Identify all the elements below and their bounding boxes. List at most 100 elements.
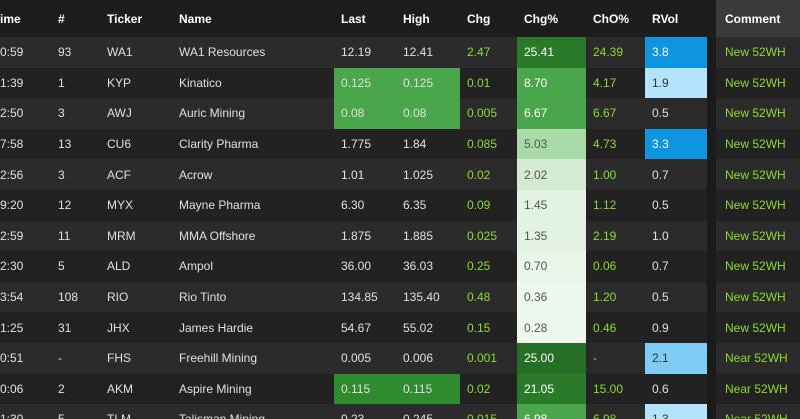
- row-time: 3:54: [0, 290, 24, 305]
- table-row[interactable]: 7:58 13 CU6 Clarity Pharma 1.775 1.84 0.085 5.0…: [0, 128, 800, 160]
- header-time[interactable]: ime: [0, 0, 40, 37]
- row-last: 6.30: [341, 198, 365, 213]
- row-rvol: 1.9: [645, 67, 707, 99]
- row-num: 3: [58, 106, 65, 121]
- row-ticker: FHS: [107, 351, 131, 366]
- row-num: 93: [58, 45, 72, 60]
- row-ticker: RIO: [107, 290, 129, 305]
- header-chg[interactable]: Chg: [460, 0, 517, 37]
- row-chg-percent: 1.35: [517, 220, 586, 252]
- row-num: 31: [58, 320, 72, 335]
- row-last: 1.01: [341, 167, 365, 182]
- row-cho-percent: 0.06: [593, 259, 617, 274]
- row-name: Ampol: [179, 259, 214, 274]
- row-ticker: MYX: [107, 198, 134, 213]
- row-cho-percent: 0.46: [593, 320, 617, 335]
- row-time: 2:56: [0, 167, 24, 182]
- row-rvol: 0.5: [652, 290, 669, 305]
- table-row[interactable]: 1:305TLMTalisman Mining0.230.2450.0156.9…: [0, 404, 800, 419]
- row-rvol: 0.6: [652, 381, 669, 396]
- row-chg: 0.005: [467, 106, 498, 121]
- header-comment[interactable]: Comment: [716, 0, 800, 37]
- row-ticker: JHX: [107, 320, 130, 335]
- header-name[interactable]: Name: [172, 0, 334, 37]
- row-chg: 0.15: [467, 320, 491, 335]
- table-row[interactable]: 3:54 108 RIO Rio Tinto 134.85 135.40 0.48 0.36 1…: [0, 281, 800, 313]
- row-comment: New 52WH: [725, 106, 786, 121]
- table-row[interactable]: 9:20 12 MYX Mayne Pharma 6.30 6.35 0.09 1.45 1.1…: [0, 190, 800, 221]
- header-last[interactable]: Last: [334, 0, 396, 37]
- row-chg: 0.085: [467, 137, 498, 152]
- row-ticker: ALD: [107, 259, 131, 274]
- row-name: Rio Tinto: [179, 290, 227, 305]
- row-name: Talisman Mining: [172, 404, 334, 419]
- row-cho-percent: 4.73: [593, 137, 617, 152]
- table-row[interactable]: 0:06 2 AKM Aspire Mining 0.115 0.115 0.02 21.05…: [0, 373, 800, 405]
- row-last: 0.005: [341, 351, 372, 366]
- row-cho-percent: 15.00: [593, 381, 624, 396]
- row-cho-percent: 6.98: [586, 404, 645, 419]
- row-time: 2:59: [0, 228, 24, 243]
- row-time: 1:25: [0, 320, 24, 335]
- row-num: 5: [40, 404, 100, 419]
- row-num: 108: [58, 290, 79, 305]
- row-chg-percent: 5.03: [517, 128, 586, 160]
- row-cho-percent: 1.00: [593, 167, 617, 182]
- row-high: 0.006: [403, 351, 434, 366]
- row-high: 135.40: [403, 290, 440, 305]
- row-last: 54.67: [341, 320, 372, 335]
- row-ticker: MRM: [107, 228, 136, 243]
- row-name: Freehill Mining: [179, 351, 258, 366]
- header-num[interactable]: #: [40, 0, 100, 37]
- table-row[interactable]: 0:51 - FHS Freehill Mining 0.005 0.006 0.001 25…: [0, 343, 800, 374]
- row-name: James Hardie: [179, 320, 254, 335]
- row-last: 1.875: [341, 228, 372, 243]
- table-row[interactable]: 1:39 1 KYP Kinatico 0.125 0.125 0.01 8.70 4.17 1.…: [0, 67, 800, 99]
- table-row[interactable]: 2:56 3 ACF Acrow 1.01 1.025 0.02 2.02 1.00 0.7 New…: [0, 159, 800, 190]
- row-ticker: KYP: [107, 75, 132, 90]
- row-rvol: 3.3: [645, 128, 707, 160]
- row-name: Auric Mining: [179, 106, 246, 121]
- column-divider: [707, 98, 716, 129]
- row-num: 13: [58, 137, 72, 152]
- row-high: 55.02: [403, 320, 434, 335]
- row-ticker: CU6: [107, 137, 132, 152]
- row-time: 0:51: [0, 351, 24, 366]
- table-row[interactable]: 2:50 3 AWJ Auric Mining 0.08 0.08 0.005 6.67 6.6…: [0, 98, 800, 129]
- header-high[interactable]: High: [396, 0, 460, 37]
- row-cho-percent: 6.67: [593, 106, 617, 121]
- row-rvol: 2.1: [645, 343, 707, 374]
- row-time: 1:39: [0, 75, 24, 90]
- row-high: 36.03: [403, 259, 434, 274]
- table-row[interactable]: 2:30 5 ALD Ampol 36.00 36.03 0.25 0.70 0.06 0.7 Ne…: [0, 251, 800, 282]
- row-rvol: 1.3: [645, 404, 707, 419]
- row-ticker: AWJ: [107, 106, 132, 121]
- row-ticker: AKM: [107, 381, 134, 396]
- row-chg: 0.09: [467, 198, 491, 213]
- row-comment: Near 52WH: [725, 381, 788, 396]
- row-cho-percent: 24.39: [593, 45, 624, 60]
- row-name: Kinatico: [179, 75, 222, 90]
- column-divider: [707, 281, 716, 313]
- table-row[interactable]: 0:59 93 WA1 WA1 Resources 12.19 12.41 2.47 25.4…: [0, 37, 800, 68]
- row-high: 0.245: [396, 404, 460, 419]
- row-high: 6.35: [403, 198, 427, 213]
- table-row[interactable]: 1:25 31 JHX James Hardie 54.67 55.02 0.15 0.28 0…: [0, 312, 800, 343]
- row-chg: 0.015: [460, 404, 517, 419]
- row-time: 2:50: [0, 106, 24, 121]
- header-cho-percent[interactable]: ChO%: [586, 0, 645, 37]
- row-high: 0.125: [396, 67, 460, 99]
- table-row[interactable]: 2:59 11 MRM MMA Offshore 1.875 1.885 0.025 1.35…: [0, 220, 800, 252]
- row-last: 36.00: [341, 259, 372, 274]
- row-time: 0:06: [0, 381, 24, 396]
- row-num: 11: [58, 228, 71, 243]
- row-high: 12.41: [403, 45, 434, 60]
- row-cho-percent: 2.19: [593, 228, 617, 243]
- header-ticker[interactable]: Ticker: [100, 0, 172, 37]
- header-chg-percent[interactable]: Chg%: [517, 0, 586, 37]
- row-chg: 0.02: [467, 381, 491, 396]
- row-chg: 0.001: [467, 351, 498, 366]
- row-ticker: ACF: [107, 167, 131, 182]
- header-rvol[interactable]: RVol: [645, 0, 707, 37]
- table-header: ime # Ticker Name Last High Chg Chg% ChO…: [0, 0, 800, 37]
